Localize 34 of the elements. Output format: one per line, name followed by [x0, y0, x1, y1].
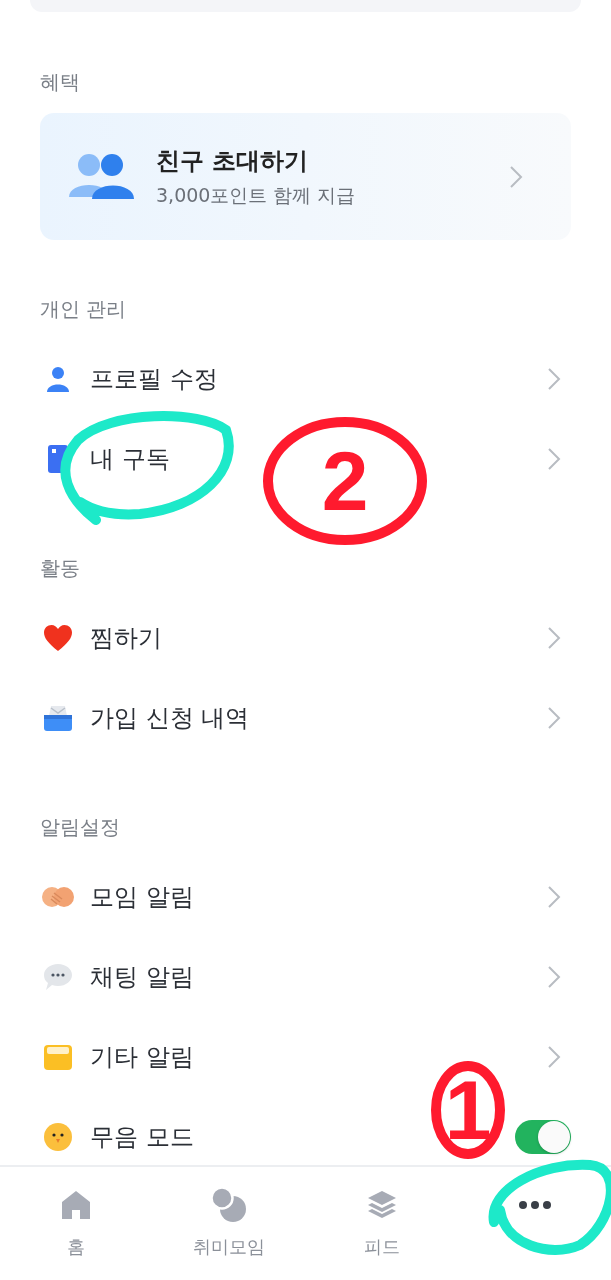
circles-icon — [210, 1187, 249, 1223]
invite-subtitle: 3,000포인트 함께 지급 — [156, 182, 357, 208]
toggle-switch[interactable] — [515, 1120, 571, 1154]
chevron-icon — [547, 447, 561, 471]
handwritten-number: 2 — [262, 416, 428, 546]
chevron-icon — [509, 164, 523, 189]
section-header: 활동 — [40, 555, 81, 582]
person-icon — [44, 365, 72, 393]
section-header: 개인 관리 — [40, 296, 128, 323]
chevron-icon — [547, 706, 561, 730]
invite-title: 친구 초대하기 — [156, 145, 310, 177]
menu-item[interactable]: 모임 알림 — [90, 881, 531, 913]
home-icon — [60, 1190, 93, 1220]
inbox-icon — [43, 704, 73, 732]
section-header: 알림설정 — [40, 814, 121, 841]
menu-item[interactable]: 가입 신청 내역 — [90, 702, 531, 734]
chevron-icon — [547, 965, 561, 989]
heart-icon — [43, 624, 73, 652]
section-header: 혜택 — [40, 69, 81, 96]
invite-card[interactable]: 친구 초대하기 3,000포인트 함께 지급 — [40, 113, 571, 240]
handwritten-number: 1 — [430, 1060, 506, 1160]
chevron-icon — [547, 1045, 561, 1069]
box-icon — [43, 1043, 73, 1071]
speech-bubble-icon — [43, 963, 73, 991]
chevron-icon — [547, 885, 561, 909]
chevron-icon — [547, 367, 561, 391]
chevron-icon — [547, 626, 561, 650]
handshake-icon — [42, 885, 74, 909]
chick-icon — [43, 1122, 73, 1152]
menu-item[interactable]: 채팅 알림 — [90, 961, 531, 993]
people-icon — [68, 152, 136, 201]
more-icon — [517, 1200, 552, 1210]
menu-item[interactable]: 찜하기 — [90, 622, 531, 654]
menu-item[interactable]: 프로필 수정 — [90, 363, 531, 395]
